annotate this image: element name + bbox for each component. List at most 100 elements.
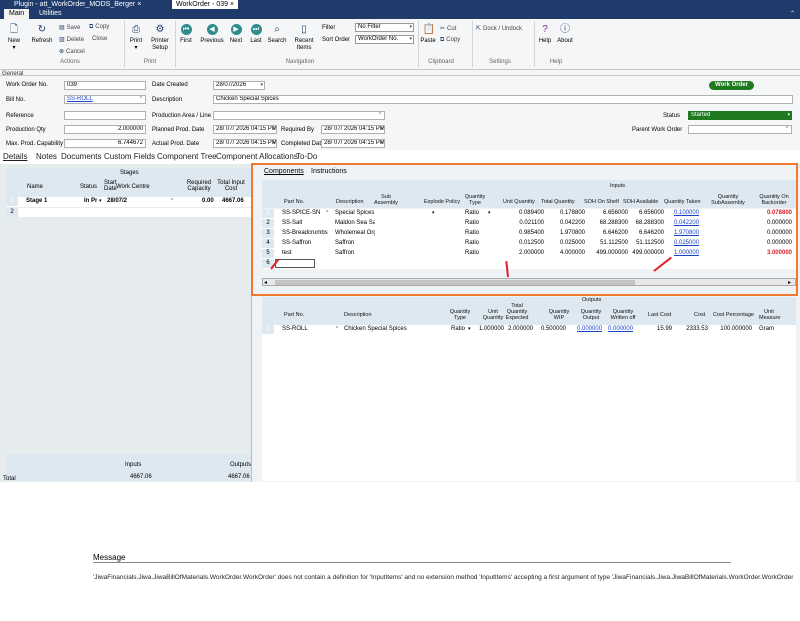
- quantity-taken-link[interactable]: 0.025000: [674, 239, 699, 248]
- ribbon-tab-main[interactable]: Main: [4, 9, 30, 19]
- chevron-up-icon[interactable]: ⌃: [139, 96, 143, 103]
- chevron-down-icon[interactable]: ▾: [272, 140, 275, 147]
- production-qty-field[interactable]: 2.000000: [64, 125, 146, 134]
- chevron-down-icon[interactable]: ▾: [432, 209, 435, 218]
- tab-workorder[interactable]: WorkOrder - 039 ×: [172, 0, 239, 9]
- cancel-button[interactable]: ⊗ Cancel: [59, 48, 85, 55]
- tab-notes[interactable]: Notes: [36, 152, 57, 161]
- part-no-cell[interactable]: SS-ROLL: [282, 325, 308, 334]
- close-icon[interactable]: ×: [137, 1, 141, 8]
- production-area-field[interactable]: ⌃: [213, 111, 385, 120]
- planned-date-field[interactable]: 28/ 07/ 2026 04:15 PM ▾: [213, 125, 277, 134]
- chevron-up-icon[interactable]: ⌃: [170, 197, 174, 206]
- tab-component-tree[interactable]: Component Tree: [157, 152, 217, 161]
- quantity-type-cell[interactable]: Ratio: [465, 229, 479, 238]
- chevron-up-icon[interactable]: ⌃: [785, 126, 789, 133]
- chevron-down-icon[interactable]: ▾: [380, 126, 383, 133]
- work-order-no-field[interactable]: 039: [64, 81, 146, 90]
- new-row-input[interactable]: [275, 259, 315, 268]
- part-no-cell[interactable]: SS-SPICE-SN: [282, 209, 320, 218]
- horizontal-scrollbar[interactable]: ◂ ▸: [262, 278, 796, 286]
- collapse-ribbon-icon[interactable]: ⌃: [790, 10, 795, 17]
- tab-custom-fields[interactable]: Custom Fields: [104, 152, 155, 161]
- printer-setup-button[interactable]: ⚙ Printer Setup: [149, 24, 171, 52]
- recent-items-button[interactable]: ▯ Recent Items: [292, 24, 316, 52]
- quantity-taken-link[interactable]: 1.000000: [674, 249, 699, 258]
- close-icon[interactable]: ×: [230, 1, 234, 8]
- quantity-type-cell[interactable]: Ratio: [465, 239, 479, 248]
- tab-to-do[interactable]: To-Do: [296, 152, 317, 161]
- search-button[interactable]: ⌕ Search: [266, 24, 288, 45]
- table-row[interactable]: 1 SS-ROLL ⌃ Chicken Special Spices Ratio…: [262, 325, 796, 335]
- dock-undock-button[interactable]: ⇱ Dock / Undock: [476, 25, 522, 32]
- quantity-taken-link[interactable]: 0.100000: [674, 209, 699, 218]
- chevron-up-icon[interactable]: ⌃: [378, 112, 382, 119]
- tab-component-allocations[interactable]: Component Allocations: [216, 152, 298, 161]
- tab-documents[interactable]: Documents: [61, 152, 101, 161]
- quantity-type-cell[interactable]: Ratio: [465, 219, 479, 228]
- required-by-field[interactable]: 28/ 07/ 2026 04:15 PM ▾: [321, 125, 385, 134]
- table-row[interactable]: 1 Stage 1 In Pr ▾ 28/07/2 ⌃ 0.00 4667.06: [6, 197, 251, 207]
- date-created-field[interactable]: 28/07/2026 ▾: [213, 81, 265, 90]
- chevron-down-icon[interactable]: ▾: [99, 197, 102, 206]
- unit-quantity-cell[interactable]: 2.000000: [504, 249, 544, 258]
- part-no-cell[interactable]: test: [282, 249, 292, 258]
- unit-measure-cell[interactable]: Gram: [759, 325, 774, 334]
- ribbon-tab-utilities[interactable]: Utilities: [34, 9, 67, 19]
- delete-button[interactable]: ▥ Delete: [59, 36, 84, 43]
- stage-status-cell[interactable]: In Pr: [84, 197, 97, 206]
- previous-button[interactable]: ◀ Previous: [199, 24, 225, 45]
- table-row[interactable]: 5 test Saffron Ratio 2.000000 4.000000 4…: [262, 249, 796, 259]
- quantity-type-cell[interactable]: Ratio: [451, 325, 465, 334]
- about-button[interactable]: ⓘ About: [556, 24, 574, 45]
- unit-quantity-cell[interactable]: 0.089400: [504, 209, 544, 218]
- stage-capacity-cell[interactable]: 0.00: [202, 197, 214, 206]
- unit-quantity-cell[interactable]: 1.000000: [476, 325, 504, 334]
- chevron-down-icon[interactable]: ▾: [260, 82, 263, 89]
- quantity-type-cell[interactable]: Ratio: [465, 209, 479, 218]
- table-row[interactable]: 3 SS-Breadcrumbs Wholemeal Orga Ratio 0.…: [262, 229, 796, 239]
- scroll-thumb[interactable]: [275, 280, 635, 285]
- tab-components[interactable]: Components: [264, 168, 304, 175]
- last-button[interactable]: ⏭ Last: [248, 24, 264, 45]
- table-row[interactable]: 6: [262, 259, 796, 269]
- description-cell[interactable]: Saffron: [335, 239, 354, 248]
- save-button[interactable]: ▤ Save: [59, 24, 80, 31]
- unit-quantity-cell[interactable]: 0.021100: [504, 219, 544, 228]
- chevron-down-icon[interactable]: ▾: [787, 112, 790, 119]
- copy-clipboard-button[interactable]: ⧉ Copy: [440, 37, 460, 44]
- stage-start-cell[interactable]: 28/07/2: [107, 197, 127, 206]
- description-cell[interactable]: Wholemeal Orga: [335, 229, 375, 238]
- bill-no-field[interactable]: SS-ROLL ⌃: [64, 95, 146, 104]
- scroll-left-icon[interactable]: ◂: [264, 279, 267, 286]
- actual-date-field[interactable]: 28/ 07/ 2026 04:15 PM ▾: [213, 139, 277, 148]
- first-button[interactable]: ⏮ First: [178, 24, 194, 45]
- part-no-cell[interactable]: SS-Saffron: [282, 239, 311, 248]
- status-select[interactable]: Started ▾: [688, 111, 792, 120]
- completed-date-field[interactable]: 28/ 07/ 2026 04:15 PM ▾: [321, 139, 385, 148]
- chevron-up-icon[interactable]: ⌃: [325, 209, 329, 218]
- chevron-down-icon[interactable]: ▾: [380, 140, 383, 147]
- chevron-down-icon[interactable]: ▾: [488, 209, 491, 218]
- part-no-cell[interactable]: SS-Salt: [282, 219, 302, 228]
- unit-quantity-cell[interactable]: 0.985400: [504, 229, 544, 238]
- unit-quantity-cell[interactable]: 0.012500: [504, 239, 544, 248]
- description-cell[interactable]: Chicken Special Spices: [344, 325, 407, 334]
- table-row[interactable]: 4 SS-Saffron Saffron Ratio 0.012500 0.02…: [262, 239, 796, 249]
- next-button[interactable]: ▶ Next: [228, 24, 244, 45]
- paste-button[interactable]: 📋 Paste: [420, 24, 436, 45]
- table-row[interactable]: 2 SS-Salt Maldon Sea Salt Ratio 0.021100…: [262, 219, 796, 229]
- filter-select[interactable]: No Filter ▾: [355, 23, 414, 32]
- print-button[interactable]: ⎙ Print ▾: [128, 24, 144, 52]
- description-cell[interactable]: Maldon Sea Salt: [335, 219, 375, 228]
- tab-instructions[interactable]: Instructions: [311, 168, 347, 175]
- quantity-output-link[interactable]: 0.000000: [577, 325, 602, 334]
- parent-work-order-field[interactable]: ⌃: [688, 125, 792, 134]
- description-cell[interactable]: Saffron: [335, 249, 354, 258]
- chevron-down-icon[interactable]: ▾: [272, 126, 275, 133]
- reference-field[interactable]: [64, 111, 146, 120]
- tab-plugin[interactable]: Plugin - att_WorkOrder_MODS_Berger ×: [10, 0, 145, 9]
- copy-button[interactable]: ⧉ Copy: [89, 24, 109, 31]
- quantity-taken-link[interactable]: 1.970800: [674, 229, 699, 238]
- quantity-type-cell[interactable]: Ratio: [465, 249, 479, 258]
